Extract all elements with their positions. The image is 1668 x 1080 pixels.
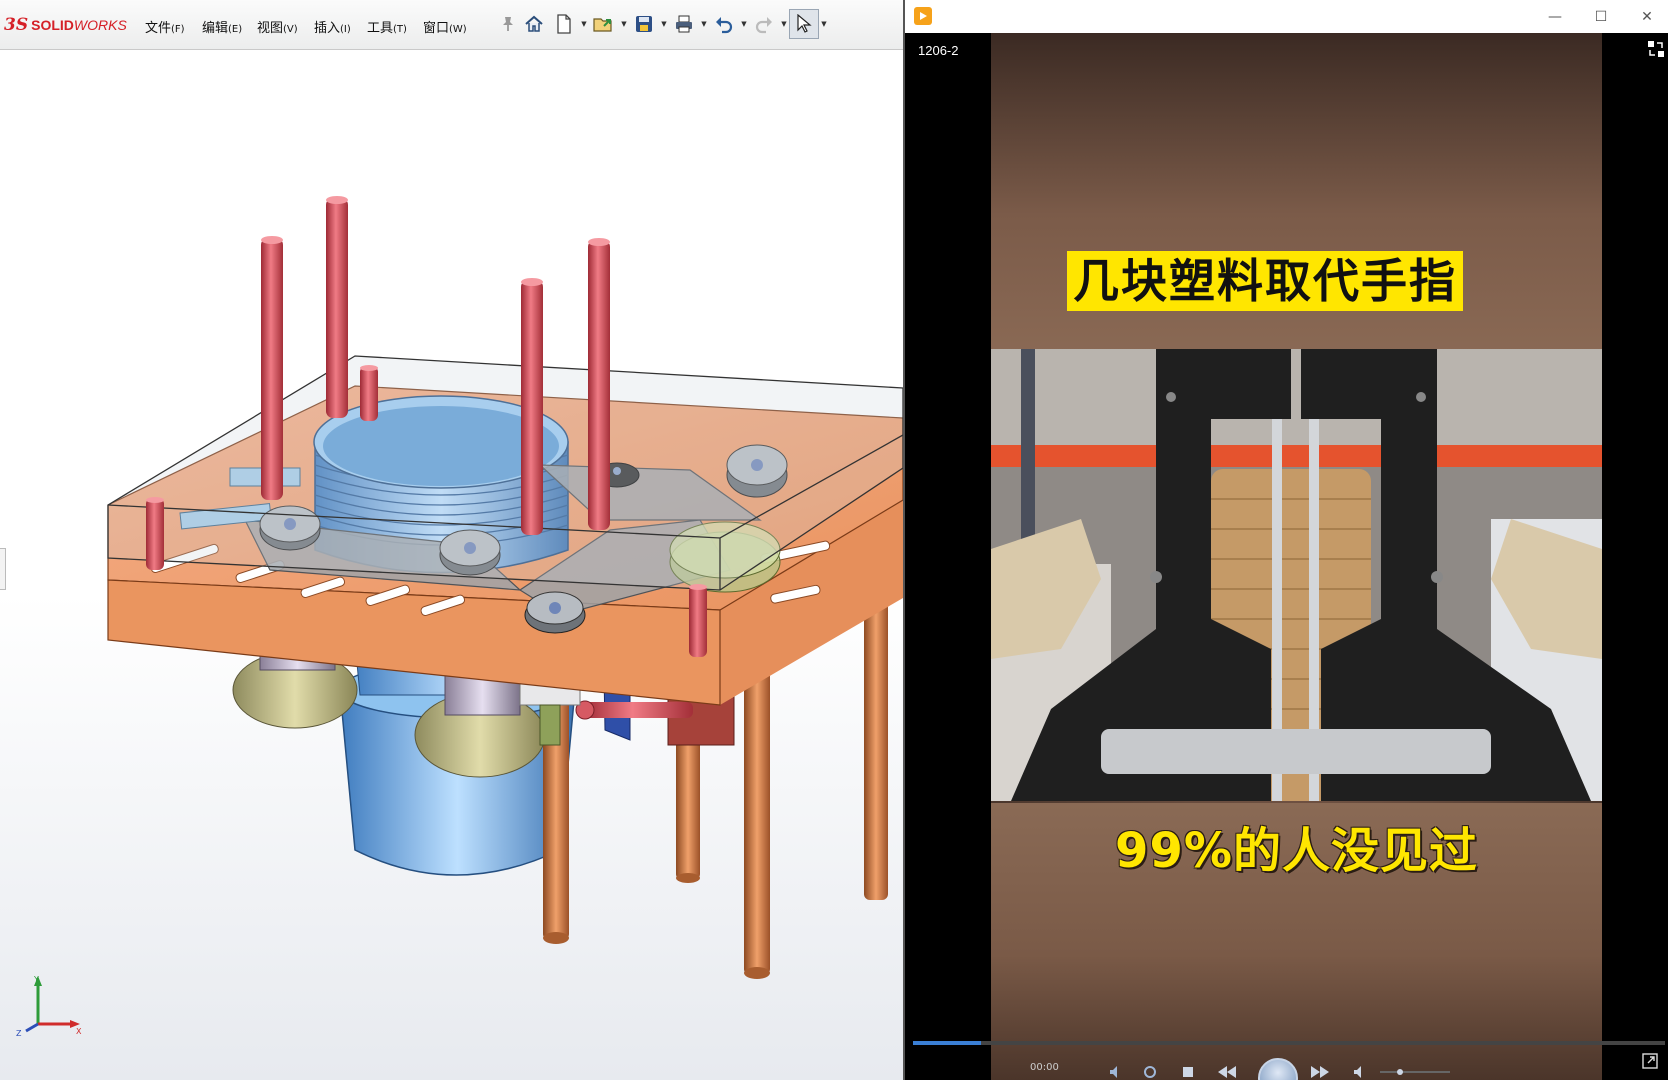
undo-dropdown-icon[interactable]: ▼: [739, 9, 749, 39]
select-cursor-icon[interactable]: [789, 9, 819, 39]
undo-icon[interactable]: [709, 9, 739, 39]
menu-insert[interactable]: 插入(I): [314, 17, 351, 36]
stop-icon[interactable]: [1173, 1062, 1203, 1080]
desktop: 3S SOLIDWORKS 文件(F) 编辑(E) 视图(V) 插入(I) 工具…: [0, 0, 1668, 1080]
axis-x-label: X: [76, 1027, 82, 1036]
open-dropdown-icon[interactable]: ▼: [619, 9, 629, 39]
new-dropdown-icon[interactable]: ▼: [579, 9, 589, 39]
3d-model-viewport[interactable]: [0, 50, 903, 1080]
red-pin: [575, 700, 693, 720]
next-icon[interactable]: [1303, 1062, 1337, 1080]
select-dropdown-icon[interactable]: ▼: [819, 9, 829, 39]
playback-controls: 00:00: [905, 1050, 1668, 1080]
ds-logo-icon: 3S: [4, 15, 29, 35]
menu-view[interactable]: 视图(V): [257, 17, 298, 36]
home-icon[interactable]: [519, 9, 549, 39]
axis-y-label: Y: [33, 975, 39, 984]
redo-icon[interactable]: [749, 9, 779, 39]
volume-slider[interactable]: [1380, 1062, 1450, 1080]
close-icon[interactable]: ✕: [1624, 0, 1668, 33]
play-button[interactable]: [1258, 1058, 1298, 1080]
redo-dropdown-icon[interactable]: ▼: [779, 9, 789, 39]
solidworks-brand: SOLIDWORKS: [31, 17, 127, 33]
compact-mode-icon[interactable]: [1647, 40, 1665, 58]
save-dropdown-icon[interactable]: ▼: [659, 9, 669, 39]
seek-bar-progress: [913, 1041, 981, 1045]
standard-toolbar: ▼ ▼ ▼ ▼ ▼ ▼ ▼: [519, 4, 829, 44]
speaker-icon[interactable]: [1345, 1062, 1375, 1080]
solidworks-logo[interactable]: 3S SOLIDWORKS: [4, 14, 127, 36]
solidworks-menubar: 3S SOLIDWORKS 文件(F) 编辑(E) 视图(V) 插入(I) 工具…: [0, 0, 903, 50]
video-player-window: — ☐ ✕ 1206-2 几块塑料取代手指 99%的人没见过 00:00: [903, 0, 1668, 1080]
print-dropdown-icon[interactable]: ▼: [699, 9, 709, 39]
volume-icon[interactable]: [1101, 1062, 1131, 1080]
axis-z-label: Z: [16, 1029, 22, 1038]
seek-bar[interactable]: [913, 1041, 1665, 1045]
minimize-icon[interactable]: —: [1532, 0, 1578, 33]
previous-icon[interactable]: [1210, 1062, 1244, 1080]
maximize-icon[interactable]: ☐: [1578, 0, 1624, 33]
expand-icon[interactable]: [1642, 1053, 1658, 1069]
video-caption-top: 几块塑料取代手指: [1067, 251, 1463, 311]
loop-icon[interactable]: [1135, 1062, 1165, 1080]
video-background-top: [991, 33, 1602, 363]
axis-triad: Y X Z: [16, 975, 82, 1038]
menu-tools[interactable]: 工具(T): [367, 17, 407, 36]
menu-edit[interactable]: 编辑(E): [202, 17, 242, 36]
video-file-name: 1206-2: [918, 43, 959, 58]
print-icon[interactable]: [669, 9, 699, 39]
menu-window[interactable]: 窗口(W): [423, 17, 467, 36]
save-icon[interactable]: [629, 9, 659, 39]
video-frame[interactable]: 几块塑料取代手指 99%的人没见过: [991, 33, 1602, 1080]
video-player-titlebar: — ☐ ✕: [905, 0, 1668, 33]
solidworks-window: 3S SOLIDWORKS 文件(F) 编辑(E) 视图(V) 插入(I) 工具…: [0, 0, 903, 1080]
new-document-icon[interactable]: [549, 9, 579, 39]
open-folder-icon[interactable]: [589, 9, 619, 39]
video-caption-bottom: 99%的人没见过: [1115, 823, 1478, 879]
pin-icon[interactable]: [501, 16, 515, 32]
player-app-icon: [914, 7, 932, 25]
robot-gripper-scene: [991, 349, 1602, 801]
current-time: 00:00: [1030, 1062, 1059, 1073]
menu-file[interactable]: 文件(F): [145, 17, 185, 36]
